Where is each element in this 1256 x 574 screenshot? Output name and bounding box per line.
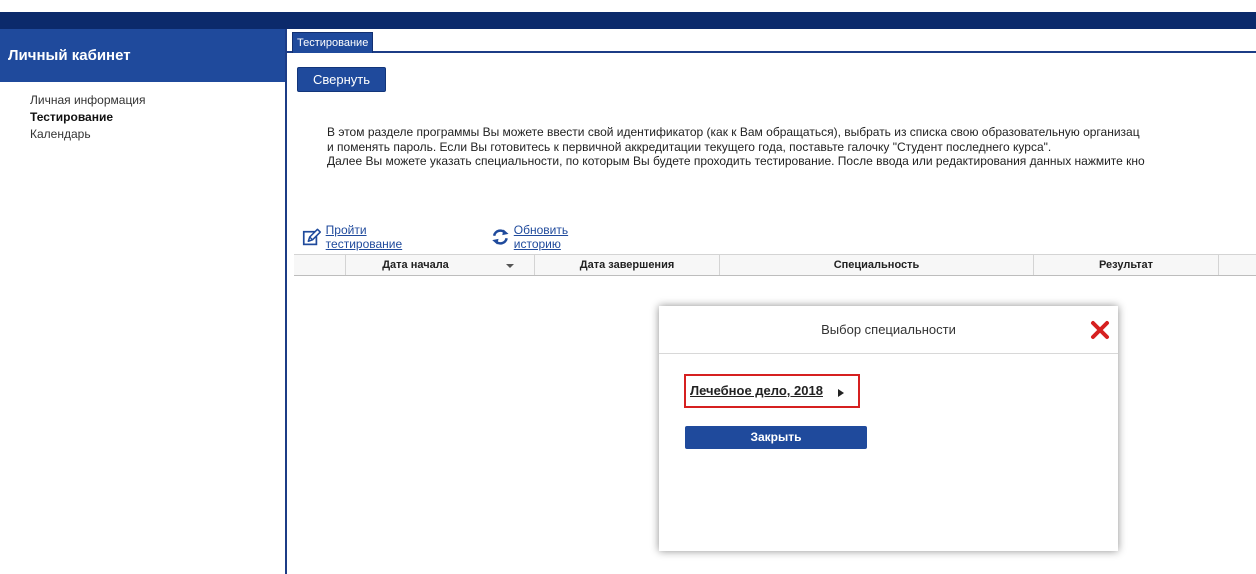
column-end-date-label: Дата завершения: [579, 259, 675, 271]
column-result-label: Результат: [1098, 259, 1154, 271]
sidebar-item-calendar[interactable]: Календарь: [30, 126, 146, 143]
column-end-date[interactable]: Дата завершения: [534, 255, 719, 275]
triangle-right-icon: [838, 389, 844, 397]
column-start-date-label: Дата начала: [382, 259, 449, 271]
refresh-history-label: Обновить историю: [513, 223, 569, 251]
sidebar-item-personal-info[interactable]: Личная информация: [30, 92, 146, 109]
specialty-dialog: Выбор специальности Лечебное дело, 2018 …: [659, 306, 1118, 551]
sidebar-title: Личный кабинет: [0, 29, 285, 82]
take-test-label: Пройти тестирование: [325, 223, 403, 251]
sidebar: Личный кабинет Личная информация Тестиро…: [0, 29, 287, 574]
sidebar-item-testing[interactable]: Тестирование: [30, 109, 146, 126]
dialog-title: Выбор специальности: [821, 322, 956, 337]
grid-header: Дата начала Дата завершения Специальност…: [294, 254, 1256, 276]
intro-line: и поменять пароль. Если Вы готовитесь к …: [327, 139, 1052, 154]
tab-testing[interactable]: Тестирование: [292, 32, 374, 53]
close-button[interactable]: Закрыть: [685, 426, 867, 449]
tab-strip: Тестирование: [287, 29, 1256, 53]
sort-chevron-down-icon[interactable]: [485, 255, 534, 275]
intro-line: В этом разделе программы Вы можете ввест…: [327, 125, 1140, 139]
intro-text: В этом разделе программы Вы можете ввест…: [327, 125, 1256, 169]
close-icon[interactable]: [1088, 318, 1112, 342]
top-bar: [0, 12, 1256, 29]
column-specialty-label: Специальность: [833, 259, 920, 271]
column-extra: [1218, 255, 1256, 275]
edit-icon: [302, 228, 322, 246]
collapse-button[interactable]: Свернуть: [297, 67, 386, 92]
dialog-divider: [659, 353, 1118, 354]
intro-line: Далее Вы можете указать специальности, п…: [327, 154, 1145, 168]
column-result[interactable]: Результат: [1033, 255, 1218, 275]
refresh-icon: [492, 229, 509, 245]
column-start-date[interactable]: Дата начала: [345, 255, 485, 275]
specialty-option-label: Лечебное дело, 2018: [690, 383, 823, 398]
specialty-option[interactable]: Лечебное дело, 2018: [684, 374, 860, 408]
sidebar-menu: Личная информация Тестирование Календарь: [30, 92, 146, 143]
refresh-history-link[interactable]: Обновить историю: [491, 222, 579, 252]
take-test-link[interactable]: Пройти тестирование: [302, 222, 411, 252]
column-specialty[interactable]: Специальность: [719, 255, 1033, 275]
